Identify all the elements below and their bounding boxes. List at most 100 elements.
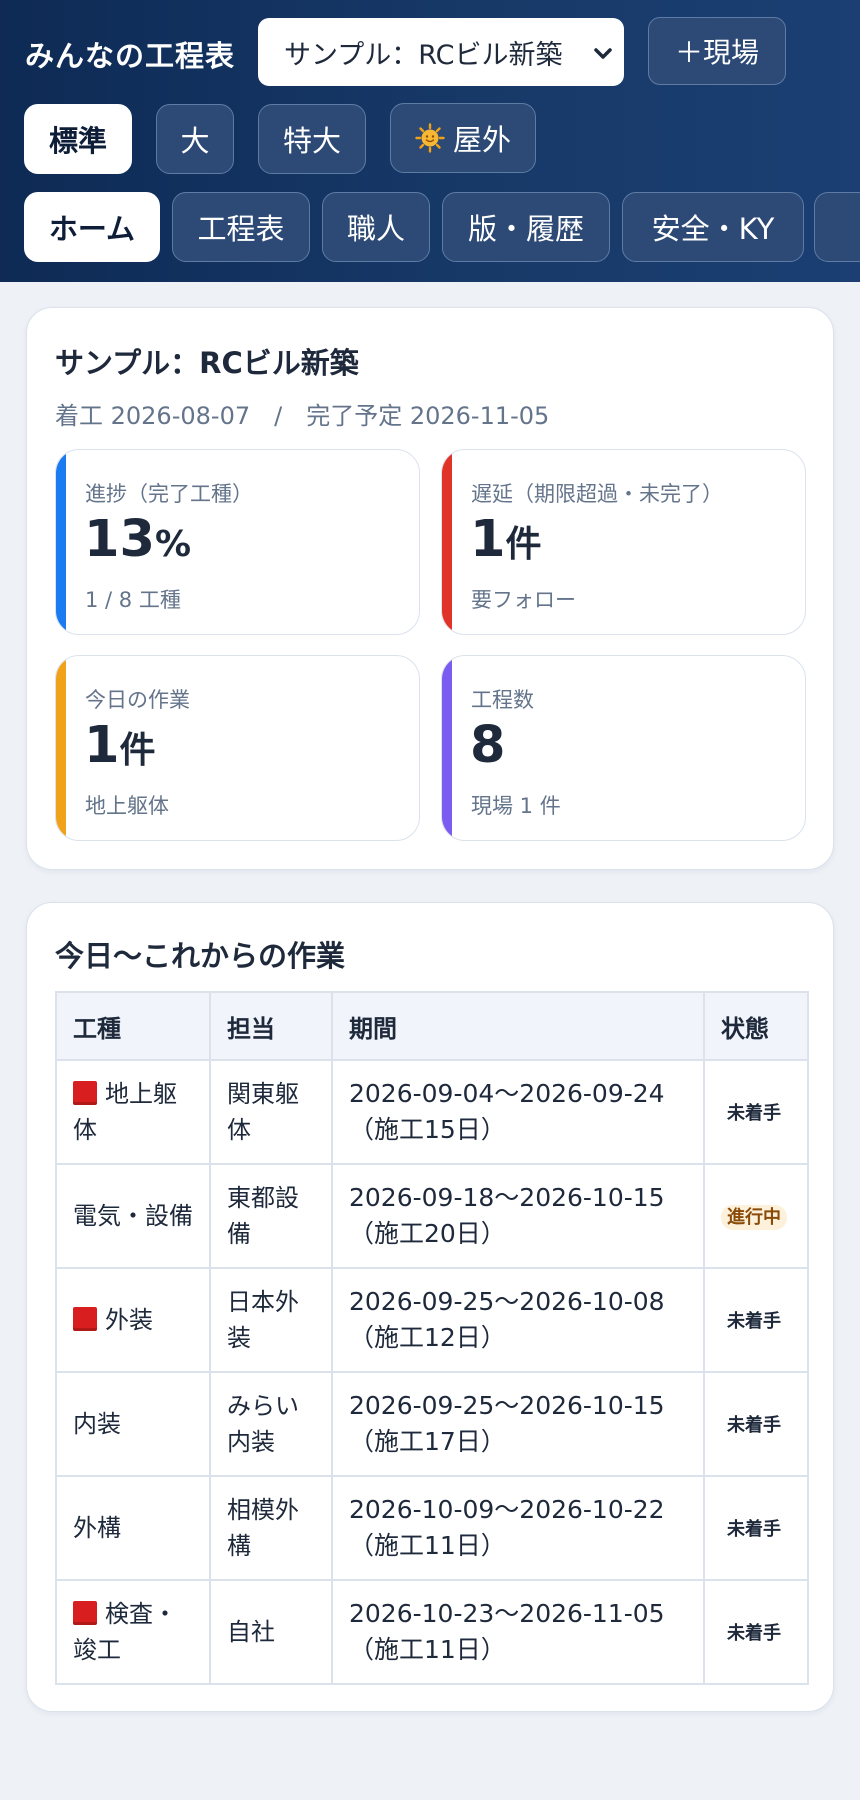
cell-status: 進行中 [703,1163,809,1269]
table-row[interactable]: 検査・竣工 自社 2026-10-23〜2026-11-05 （施工11日） 未着手 [55,1579,809,1685]
period-days: （施工11日） [349,1635,506,1664]
tab-home[interactable]: ホーム [24,192,160,262]
status-badge: 未着手 [727,1102,781,1124]
stat-label: 今日の作業 [85,688,190,712]
tab-versions-history[interactable]: 版・履歴 [442,192,610,262]
cell-trade: 検査・竣工 [55,1579,211,1685]
table-row[interactable]: 電気・設備 東都設備 2026-09-18〜2026-10-15 （施工20日） 進行中 [55,1163,809,1269]
stat-accent-bar [56,450,66,634]
column-header-person: 担当 [209,991,333,1061]
table-row[interactable]: 地上躯体 関東躯体 2026-09-04〜2026-09-24 （施工15日） 未着手 [55,1059,809,1165]
top-header: みんなの工程表 サンプル：RCビル新築 ＋現場 標準 大 特大 屋外 ホーム 工… [0,0,860,282]
status-badge: 進行中 [721,1204,787,1230]
stat-sub: 1 / 8 工種 [85,588,181,612]
stat-unit: 件 [119,730,156,771]
period-range: 2026-10-09〜2026-10-22 [349,1495,665,1524]
stat-sub: 地上躯体 [85,794,169,818]
stat-sub: 要フォロー [471,588,576,612]
add-site-button[interactable]: ＋現場 [648,17,786,85]
cell-period: 2026-09-04〜2026-09-24 （施工15日） [331,1059,705,1165]
stat-number: 8 [470,716,506,775]
trade-name: 内装 [73,1410,121,1438]
tab-label: 安全・KY [651,212,775,246]
period-range: 2026-10-23〜2026-11-05 [349,1599,665,1628]
stat-accent-bar [442,656,452,840]
period-days: （施工17日） [349,1427,506,1456]
project-title: サンプル：RCビル新築 [55,346,359,380]
status-badge: 未着手 [727,1518,781,1540]
stat-value: 8 [470,720,506,771]
tab-label: 版・履歴 [467,212,584,246]
trade-name: 電気・設備 [73,1202,193,1230]
cell-person: みらい内装 [209,1371,333,1477]
cell-period: 2026-10-09〜2026-10-22 （施工11日） [331,1475,705,1581]
stat-card-progress: 進捗（完了工種） 13% 1 / 8 工種 [55,449,420,635]
cell-person: 東都設備 [209,1163,333,1269]
trade-name: 外装 [105,1306,153,1334]
upcoming-work-table: 工種 担当 期間 状態 地上躯体 関東躯体 2026-09-04〜2026-09-2… [55,991,809,1685]
cell-status: 未着手 [703,1475,809,1581]
stat-accent-bar [56,656,66,840]
start-date: 着工 2026-08-07 [55,402,251,430]
stat-label: 遅延（期限超過・未完了） [471,482,723,506]
tab-safety-ky[interactable]: 安全・KY [622,192,804,262]
period-days: （施工20日） [349,1219,506,1248]
tab-workers[interactable]: 職人 [322,192,430,262]
period-range: 2026-09-04〜2026-09-24 [349,1079,665,1108]
tab-schedule[interactable]: 工程表 [172,192,310,262]
stat-accent-bar [442,450,452,634]
period-range: 2026-09-18〜2026-10-15 [349,1183,665,1212]
site-select[interactable]: サンプル：RCビル新築 [258,18,624,86]
period-days: （施工11日） [349,1531,506,1560]
cell-person: 自社 [209,1579,333,1685]
tab-overflow[interactable] [814,192,860,262]
view-mode-extra-large[interactable]: 特大 [258,104,366,174]
date-separator: / [274,402,283,430]
table-row[interactable]: 外装 日本外装 2026-09-25〜2026-10-08 （施工12日） 未着手 [55,1267,809,1373]
table-row[interactable]: 内装 みらい内装 2026-09-25〜2026-10-15 （施工17日） 未着手 [55,1371,809,1477]
upcoming-work-card: 今日〜これからの作業 工種 担当 期間 状態 地上躯体 関東躯体 2026-09-0… [26,902,834,1712]
project-dates: 着工 2026-08-07 / 完了予定 2026-11-05 [55,396,549,431]
column-header-period: 期間 [331,991,705,1061]
stat-label: 進捗（完了工種） [85,482,253,506]
status-badge: 未着手 [727,1414,781,1436]
stat-value: 13% [84,514,191,565]
trade-name: 外構 [73,1514,121,1542]
view-mode-large[interactable]: 大 [156,104,234,174]
tab-label: 工程表 [197,212,285,246]
cell-trade: 外装 [55,1267,211,1373]
cell-trade: 外構 [55,1475,211,1581]
stat-sub: 現場 1 件 [471,794,561,818]
stat-number: 1 [84,716,120,775]
red-flag-icon [73,1081,97,1105]
cell-status: 未着手 [703,1579,809,1685]
upcoming-work-title: 今日〜これからの作業 [55,939,346,973]
cell-period: 2026-09-18〜2026-10-15 （施工20日） [331,1163,705,1269]
cell-status: 未着手 [703,1059,809,1165]
column-header-trade: 工種 [55,991,211,1061]
cell-trade: 電気・設備 [55,1163,211,1269]
period-range: 2026-09-25〜2026-10-15 [349,1391,665,1420]
chevron-down-icon [592,41,614,72]
stat-number: 1 [470,510,506,569]
red-flag-icon [73,1601,97,1625]
stat-label: 工程数 [471,688,534,712]
table-header-row: 工種 担当 期間 状態 [55,991,809,1061]
site-select-value: サンプル：RCビル新築 [284,39,563,71]
table-row[interactable]: 外構 相模外構 2026-10-09〜2026-10-22 （施工11日） 未着手 [55,1475,809,1581]
view-mode-standard[interactable]: 標準 [24,104,132,174]
cell-status: 未着手 [703,1267,809,1373]
view-mode-label: 特大 [282,124,341,158]
cell-trade: 地上躯体 [55,1059,211,1165]
view-mode-outdoor[interactable]: 屋外 [390,103,536,173]
stat-value: 1件 [84,720,156,771]
app-title: みんなの工程表 [25,39,236,73]
period-range: 2026-09-25〜2026-10-08 [349,1287,665,1316]
view-mode-label: 屋外 [452,123,511,157]
red-flag-icon [73,1307,97,1331]
stat-unit: % [154,524,192,565]
tab-label: ホーム [48,212,136,246]
cell-trade: 内装 [55,1371,211,1477]
cell-person: 日本外装 [209,1267,333,1373]
period-days: （施工15日） [349,1115,506,1144]
